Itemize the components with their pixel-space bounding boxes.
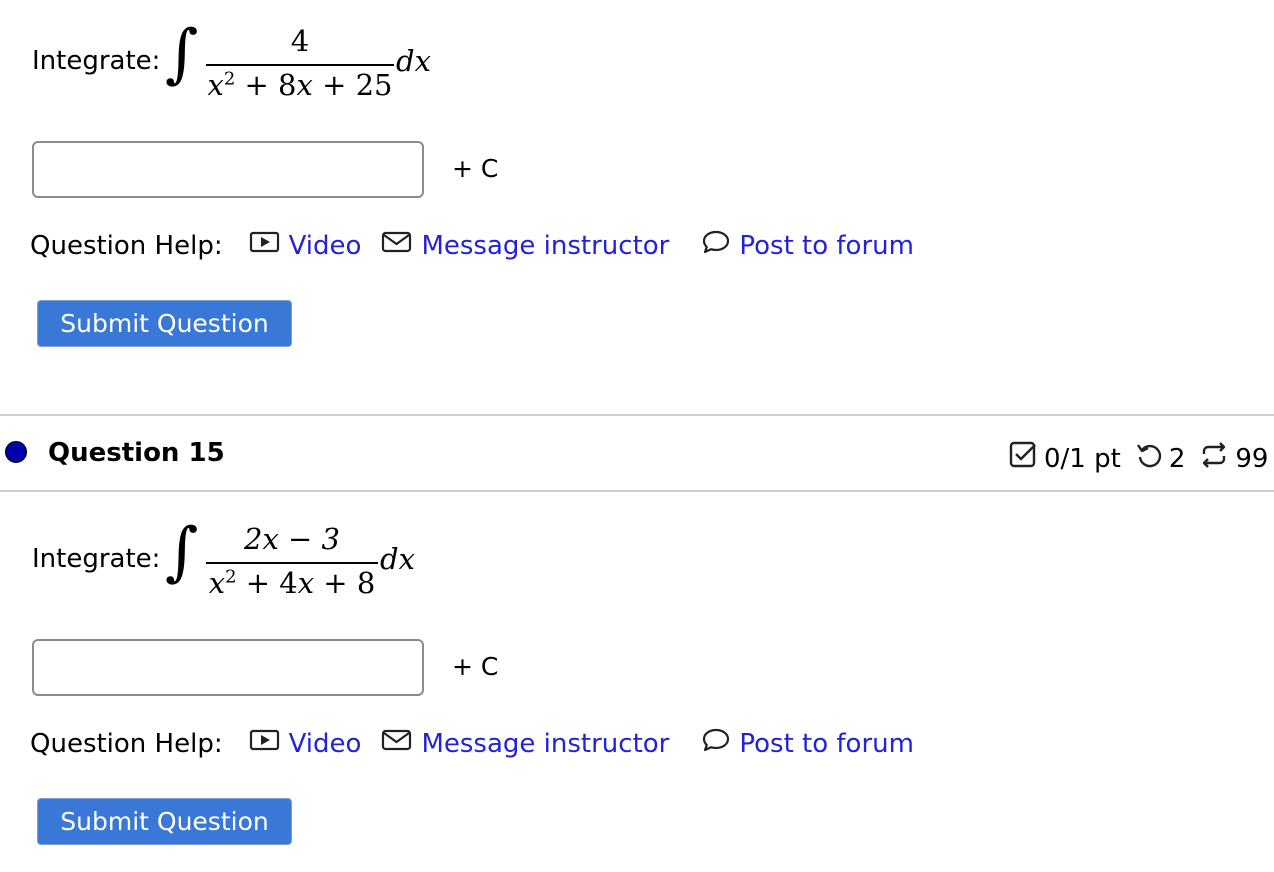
integral-sign: ∫ bbox=[165, 515, 199, 589]
answer-input[interactable] bbox=[32, 639, 424, 696]
divider bbox=[0, 414, 1274, 416]
undo-icon bbox=[1135, 441, 1163, 476]
denominator: x2 + 8x + 25 bbox=[207, 68, 393, 102]
question-prompt: Integrate: bbox=[32, 46, 161, 76]
post-to-forum-link[interactable]: Post to forum bbox=[701, 229, 914, 262]
repeat-icon bbox=[1199, 440, 1229, 477]
question-help-label: Question Help: bbox=[30, 230, 223, 261]
submit-question-button[interactable]: Submit Question bbox=[37, 798, 292, 845]
question-help-label: Question Help: bbox=[30, 728, 223, 759]
divider bbox=[0, 490, 1274, 492]
points-value: 0/1 pt bbox=[1044, 443, 1121, 474]
answer-input[interactable] bbox=[32, 141, 424, 198]
video-play-icon bbox=[249, 230, 281, 261]
question-help: Question Help: Video Message instructor … bbox=[30, 727, 914, 760]
question-help: Question Help: Video Message instructor … bbox=[30, 229, 914, 262]
numerator: 4 bbox=[290, 24, 310, 58]
question-title: Question 15 bbox=[48, 438, 225, 468]
question-prompt: Integrate: bbox=[32, 544, 161, 574]
message-instructor-link[interactable]: Message instructor bbox=[381, 728, 669, 759]
video-play-icon bbox=[249, 728, 281, 759]
integral-sign: ∫ bbox=[165, 17, 199, 91]
envelope-icon bbox=[381, 230, 413, 261]
post-to-forum-link[interactable]: Post to forum bbox=[701, 727, 914, 760]
speech-bubble-icon bbox=[701, 229, 731, 262]
differential: dx bbox=[380, 542, 415, 576]
fraction: 2x − 3 x2 + 4x + 8 bbox=[206, 522, 378, 606]
question-status-dot bbox=[5, 441, 27, 463]
checkbox-icon bbox=[1008, 440, 1038, 477]
constant-suffix: + C bbox=[452, 652, 499, 681]
video-link[interactable]: Video bbox=[249, 230, 361, 261]
constant-suffix: + C bbox=[452, 154, 499, 183]
fraction-bar bbox=[206, 64, 394, 66]
denominator: x2 + 4x + 8 bbox=[208, 566, 376, 600]
numerator: 2x − 3 bbox=[244, 522, 340, 556]
attempts-value: 99 bbox=[1235, 443, 1269, 474]
envelope-icon bbox=[381, 728, 413, 759]
video-link[interactable]: Video bbox=[249, 728, 361, 759]
speech-bubble-icon bbox=[701, 727, 731, 760]
submit-question-button[interactable]: Submit Question bbox=[37, 300, 292, 347]
question-meta: 0/1 pt 2 99 bbox=[1008, 440, 1268, 477]
differential: dx bbox=[396, 44, 431, 78]
message-instructor-link[interactable]: Message instructor bbox=[381, 230, 669, 261]
fraction: 4 x2 + 8x + 25 bbox=[206, 24, 394, 108]
fraction-bar bbox=[206, 562, 378, 564]
page: Integrate: ∫ 4 x2 + 8x + 25 dx + C Quest… bbox=[0, 0, 1274, 872]
retries-value: 2 bbox=[1168, 443, 1186, 474]
